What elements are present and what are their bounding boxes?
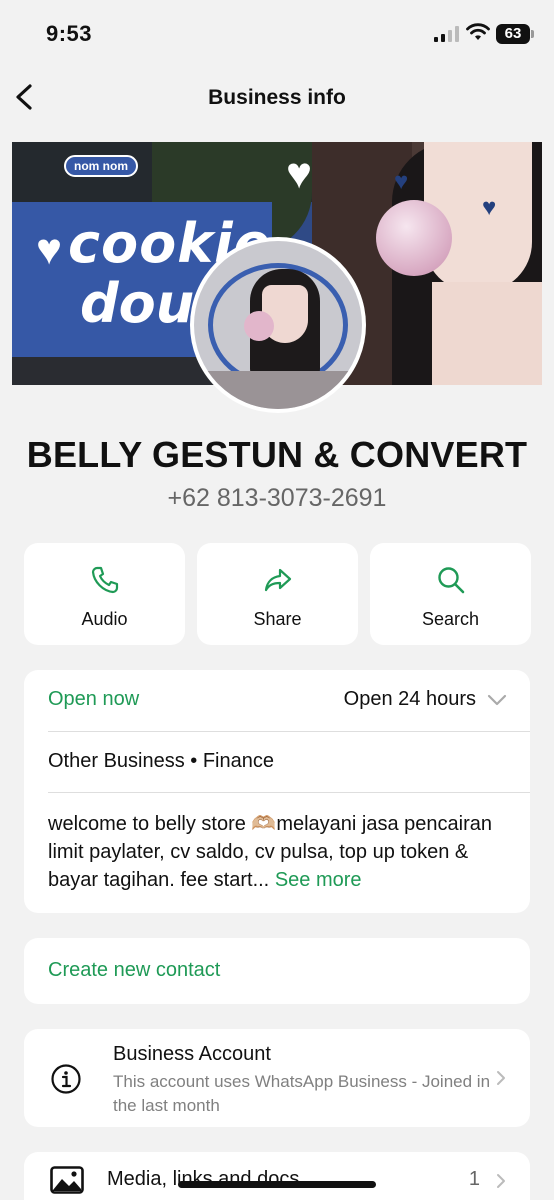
see-more-link[interactable]: See more (275, 869, 362, 891)
nom-sticker: nom nom (64, 155, 138, 177)
business-category: Other Business • Finance (48, 750, 274, 772)
share-arrow-icon (264, 568, 292, 592)
media-count: 1 (468, 1168, 480, 1190)
page-title: Business info (208, 86, 346, 109)
audio-label: Audio (81, 609, 128, 629)
status-bar: 9:53 63 (0, 0, 554, 64)
chevron-right-icon (497, 1071, 505, 1085)
heart-sticker-icon: ♥ (394, 168, 409, 195)
business-name: BELLY GESTUN & CONVERT (26, 434, 528, 475)
battery-level: 63 (496, 24, 530, 44)
battery-icon: 63 (496, 24, 534, 44)
chevron-down-icon (487, 694, 507, 706)
cellular-signal-icon (434, 26, 459, 42)
hours-row[interactable]: Open now Open 24 hours (24, 670, 530, 731)
wifi-icon (466, 23, 490, 40)
media-links-docs-row[interactable]: Media, links and docs 1 (24, 1152, 530, 1200)
create-contact-link[interactable]: Create new contact (48, 959, 220, 982)
business-account-row[interactable]: Business Account This account uses Whats… (24, 1029, 530, 1127)
heart-sticker-icon: ♥ (286, 149, 313, 198)
heart-sticker-icon: ♥ (36, 225, 63, 274)
info-icon (51, 1064, 81, 1094)
avatar[interactable] (190, 237, 366, 413)
chevron-right-icon (497, 1174, 505, 1188)
photo-icon (50, 1166, 84, 1194)
nav-bar: Business info (0, 64, 554, 130)
business-details-card: Open now Open 24 hours Other Business • … (24, 670, 530, 913)
bubble-gum-graphic (376, 200, 452, 276)
search-icon (438, 567, 465, 594)
create-contact-card[interactable]: Create new contact (24, 938, 530, 1004)
heart-sticker-icon: ♥ (482, 194, 497, 221)
search-label: Search (421, 609, 480, 629)
share-label: Share (253, 609, 302, 629)
search-button[interactable]: Search (370, 543, 531, 645)
account-title: Business Account (113, 1043, 271, 1065)
home-indicator[interactable] (178, 1181, 376, 1188)
hours-detail: Open 24 hours (343, 688, 476, 710)
audio-button[interactable]: Audio (24, 543, 185, 645)
status-time: 9:53 (46, 21, 93, 46)
account-subtitle: This account uses WhatsApp Business - Jo… (113, 1072, 491, 1115)
open-status: Open now (48, 688, 140, 710)
phone-icon (91, 566, 119, 594)
business-description: welcome to belly store 🫶🏼melayani jasa p… (48, 810, 518, 894)
share-button[interactable]: Share (197, 543, 358, 645)
description-text: welcome to belly store 🫶🏼melayani jasa p… (48, 813, 493, 891)
business-phone: +62 813-3073-2691 (167, 484, 387, 512)
